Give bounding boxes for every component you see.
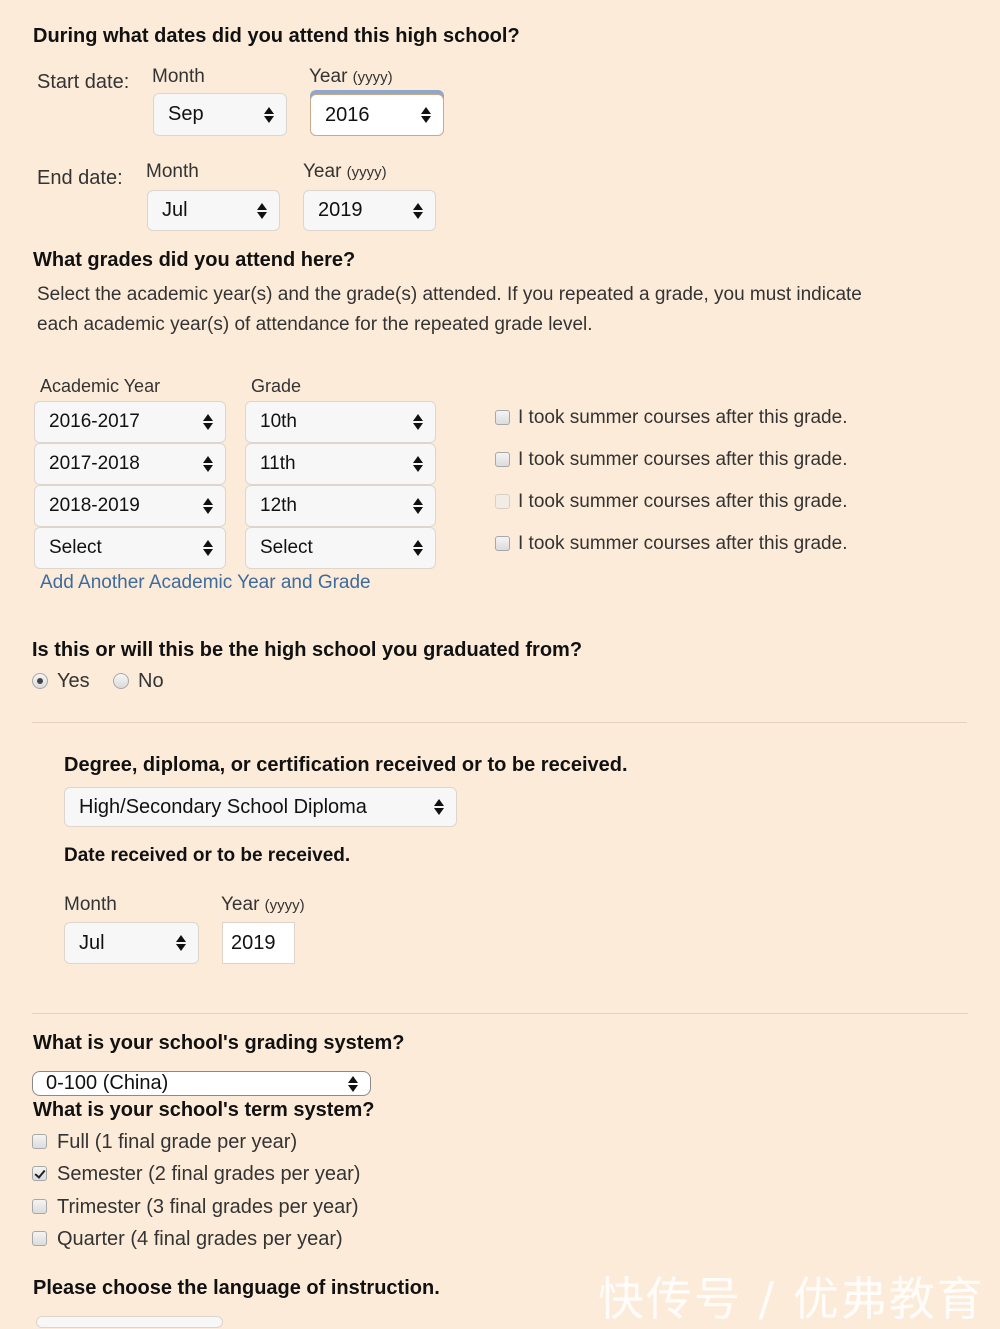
- grade-value: 10th: [260, 411, 297, 432]
- end-month-label: Month: [146, 161, 199, 182]
- term-full-checkbox[interactable]: [32, 1134, 47, 1149]
- summer-courses-checkbox[interactable]: [495, 494, 510, 509]
- received-year-input[interactable]: 2019: [222, 922, 295, 964]
- grading-system-select[interactable]: 0-100 (China): [32, 1071, 371, 1096]
- term-semester-checkbox[interactable]: [32, 1166, 47, 1181]
- degree-select[interactable]: High/Secondary School Diploma: [64, 787, 457, 827]
- graduated-no-label: No: [138, 670, 164, 692]
- select-arrows-icon: [262, 106, 276, 123]
- grades-heading: What grades did you attend here?: [33, 249, 356, 271]
- grade-value: 11th: [260, 453, 296, 474]
- grade-select[interactable]: 11th: [245, 443, 436, 485]
- academic-year-value: 2016-2017: [49, 411, 140, 432]
- start-date-label: Start date:: [37, 71, 130, 93]
- select-arrows-icon: [411, 202, 425, 219]
- academic-year-value: 2018-2019: [49, 495, 140, 516]
- start-year-label: Year (yyyy): [309, 66, 393, 88]
- add-academic-year-link[interactable]: Add Another Academic Year and Grade: [40, 572, 371, 594]
- date-received-heading: Date received or to be received.: [64, 845, 351, 866]
- grades-description-line1: Select the academic year(s) and the grad…: [37, 284, 862, 305]
- end-month-select[interactable]: Jul: [147, 190, 280, 231]
- select-arrows-icon: [201, 414, 215, 430]
- section-divider: [32, 722, 967, 723]
- select-arrows-icon: [419, 107, 433, 123]
- received-month-label: Month: [64, 894, 117, 915]
- start-month-label: Month: [152, 66, 205, 87]
- degree-value: High/Secondary School Diploma: [79, 795, 367, 818]
- select-arrows-icon: [255, 202, 269, 219]
- term-quarter-label: Quarter (4 final grades per year): [57, 1228, 343, 1250]
- year-label-text: Year: [309, 66, 348, 87]
- start-month-select[interactable]: Sep: [153, 93, 287, 136]
- section-divider: [32, 1013, 968, 1014]
- academic-year-value: 2017-2018: [49, 453, 140, 474]
- graduated-yes-label: Yes: [57, 670, 90, 692]
- dates-heading: During what dates did you attend this hi…: [33, 25, 520, 47]
- academic-year-column-label: Academic Year: [40, 376, 161, 396]
- start-year-value: 2016: [325, 103, 370, 126]
- grades-description-line2: each academic year(s) of attendance for …: [37, 314, 593, 335]
- year-format-hint: (yyyy): [352, 69, 393, 86]
- select-arrows-icon: [201, 498, 215, 514]
- received-month-select[interactable]: Jul: [64, 922, 199, 964]
- select-arrows-icon: [432, 799, 446, 815]
- end-date-label: End date:: [37, 167, 123, 189]
- language-select[interactable]: [36, 1316, 223, 1328]
- select-arrows-icon: [174, 935, 188, 951]
- select-arrows-icon: [411, 540, 425, 556]
- year-format-hint: (yyyy): [264, 897, 305, 914]
- summer-courses-checkbox[interactable]: [495, 410, 510, 425]
- start-month-value: Sep: [168, 103, 204, 125]
- graduated-no-radio[interactable]: [113, 673, 129, 689]
- graduated-yes-radio[interactable]: [32, 673, 48, 689]
- summer-courses-label: I took summer courses after this grade.: [518, 533, 848, 554]
- term-trimester-label: Trimester (3 final grades per year): [57, 1196, 359, 1218]
- summer-courses-label: I took summer courses after this grade.: [518, 449, 848, 470]
- academic-year-select[interactable]: Select: [34, 527, 226, 569]
- grade-value: 12th: [260, 495, 297, 516]
- degree-heading: Degree, diploma, or certification receiv…: [64, 754, 628, 776]
- end-year-select[interactable]: 2019: [303, 190, 436, 231]
- grading-system-value: 0-100 (China): [46, 1072, 169, 1094]
- received-year-label: Year (yyyy): [221, 894, 305, 916]
- select-arrows-icon: [411, 498, 425, 514]
- term-semester-label: Semester (2 final grades per year): [57, 1163, 361, 1185]
- select-arrows-icon: [411, 414, 425, 430]
- select-arrows-icon: [411, 456, 425, 472]
- summer-courses-checkbox[interactable]: [495, 536, 510, 551]
- end-year-value: 2019: [318, 199, 363, 221]
- academic-year-select[interactable]: 2016-2017: [34, 401, 226, 443]
- grade-select[interactable]: 12th: [245, 485, 436, 527]
- grade-value: Select: [260, 537, 313, 558]
- select-arrows-icon: [201, 456, 215, 472]
- year-label-text: Year: [221, 894, 260, 915]
- end-month-value: Jul: [162, 199, 188, 221]
- year-label-text: Year: [303, 161, 342, 182]
- term-full-label: Full (1 final grade per year): [57, 1131, 298, 1153]
- graduated-heading: Is this or will this be the high school …: [32, 639, 583, 661]
- academic-year-select[interactable]: 2017-2018: [34, 443, 226, 485]
- summer-courses-label: I took summer courses after this grade.: [518, 407, 848, 428]
- grade-select[interactable]: 10th: [245, 401, 436, 443]
- grade-select[interactable]: Select: [245, 527, 436, 569]
- term-quarter-checkbox[interactable]: [32, 1231, 47, 1246]
- year-format-hint: (yyyy): [346, 164, 387, 181]
- received-month-value: Jul: [79, 931, 105, 954]
- select-arrows-icon: [201, 540, 215, 556]
- grade-column-label: Grade: [251, 376, 302, 396]
- academic-year-select[interactable]: 2018-2019: [34, 485, 226, 527]
- grading-heading: What is your school's grading system?: [33, 1032, 405, 1054]
- term-heading: What is your school's term system?: [33, 1099, 375, 1121]
- language-heading: Please choose the language of instructio…: [33, 1277, 440, 1299]
- academic-year-value: Select: [49, 537, 102, 558]
- start-year-select[interactable]: 2016: [310, 94, 444, 136]
- summer-courses-checkbox[interactable]: [495, 452, 510, 467]
- watermark-text: 快传号 / 优弗教育: [598, 1272, 985, 1326]
- summer-courses-label: I took summer courses after this grade.: [518, 491, 848, 512]
- term-trimester-checkbox[interactable]: [32, 1199, 47, 1214]
- select-arrows-icon: [346, 1075, 360, 1092]
- end-year-label: Year (yyyy): [303, 161, 387, 183]
